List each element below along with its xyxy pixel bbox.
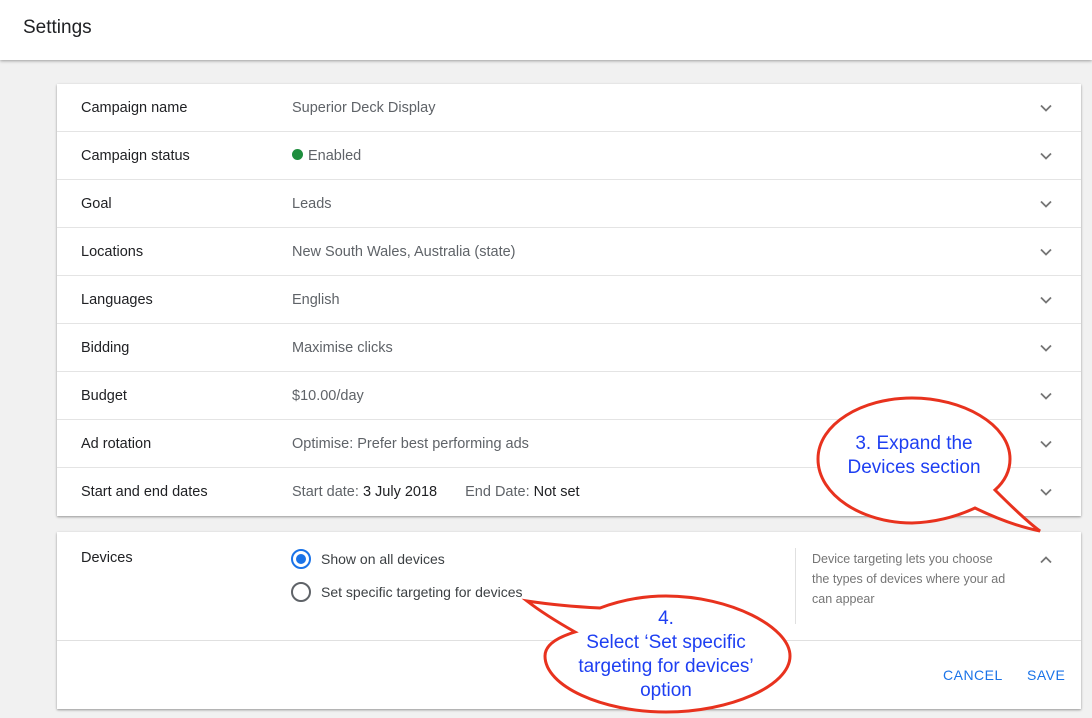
setting-label: Campaign name [81,100,188,116]
top-bar: Settings [0,0,1092,60]
setting-label: Ad rotation [81,436,152,452]
setting-label: Campaign status [81,148,190,164]
devices-help-text: Device targeting lets you choose the typ… [812,552,1006,606]
callout-line: option [640,680,692,701]
start-date-value: 3 July 2018 [362,484,438,500]
start-date-label: Start date: [292,484,359,500]
chevron-down-icon[interactable] [1039,341,1053,355]
end-date-label: End Date: [465,484,530,500]
radio-show-all-devices[interactable]: Show on all devices [291,549,445,569]
radio-button-unchecked[interactable] [291,582,311,602]
setting-row-locations[interactable]: Locations New South Wales, Australia (st… [57,228,1081,276]
callout-line: Select ‘Set specific [586,632,746,653]
setting-value: Optimise: Prefer best performing ads [292,436,529,452]
callout-line: 4. [658,608,674,629]
chevron-down-icon[interactable] [1039,485,1053,499]
chevron-up-icon[interactable] [1039,553,1053,567]
callout-line: 3. Expand the [855,433,973,454]
setting-value: Superior Deck Display [292,100,436,116]
radio-button-checked[interactable] [291,549,311,569]
status-dot-icon [292,149,303,160]
help-divider [795,548,796,624]
setting-label: Locations [81,244,144,260]
chevron-down-icon[interactable] [1039,389,1053,403]
chevron-down-icon[interactable] [1039,293,1053,307]
setting-row-budget[interactable]: Budget $10.00/day [57,372,1081,420]
callout-line: targeting for devices’ [578,656,754,677]
setting-row-campaign-name[interactable]: Campaign name Superior Deck Display [57,84,1081,132]
chevron-down-icon[interactable] [1039,197,1053,211]
chevron-down-icon[interactable] [1039,437,1053,451]
setting-label: Goal [81,196,112,212]
setting-value: Leads [292,196,332,212]
setting-label: Languages [81,292,153,308]
callout-line: Devices section [847,457,981,478]
setting-label: Budget [81,388,127,404]
radio-set-specific-targeting[interactable]: Set specific targeting for devices [291,582,523,602]
save-button[interactable]: SAVE [1027,667,1065,683]
setting-row-goal[interactable]: Goal Leads [57,180,1081,228]
setting-value: $10.00/day [292,388,364,404]
setting-label: Bidding [81,340,130,356]
setting-value-dates: Start date: 3 July 2018 End Date: Not set [292,484,580,500]
cancel-button[interactable]: CANCEL [943,667,1003,683]
setting-value: English [292,292,340,308]
chevron-down-icon[interactable] [1039,245,1053,259]
setting-row-campaign-status[interactable]: Campaign status Enabled [57,132,1081,180]
setting-value-status: Enabled [292,148,361,164]
setting-value: New South Wales, Australia (state) [292,244,516,260]
devices-label: Devices [81,550,133,566]
status-text: Enabled [308,148,362,164]
chevron-down-icon[interactable] [1039,149,1053,163]
setting-label: Start and end dates [81,484,208,500]
end-date-value: Not set [533,484,580,500]
page-title: Settings [23,17,92,38]
setting-row-bidding[interactable]: Bidding Maximise clicks [57,324,1081,372]
chevron-down-icon[interactable] [1039,101,1053,115]
radio-label: Show on all devices [321,551,445,567]
setting-row-languages[interactable]: Languages English [57,276,1081,324]
callout-text-step4: 4. Select ‘Set specific targeting for de… [555,607,777,703]
setting-value: Maximise clicks [292,340,393,356]
callout-text-step3: 3. Expand the Devices section [822,432,1006,480]
radio-label: Set specific targeting for devices [321,584,523,600]
